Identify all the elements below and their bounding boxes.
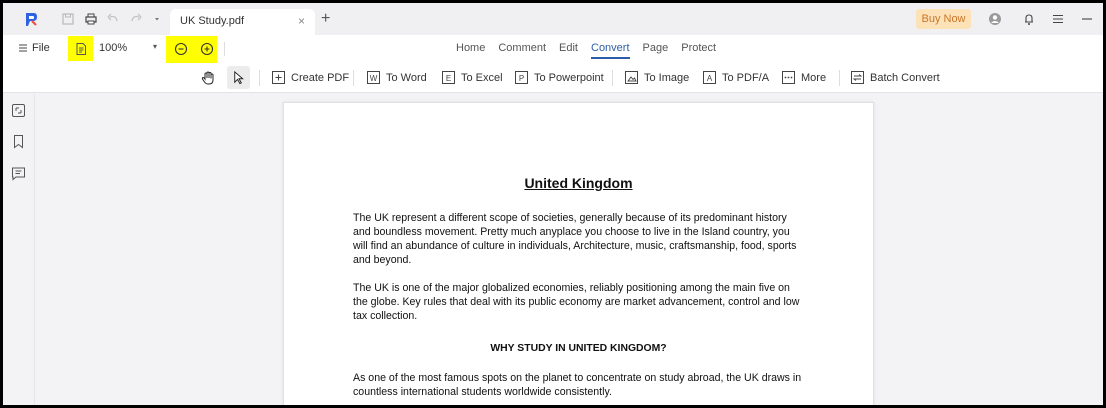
text-line: The UK is one of the major globalized ec… bbox=[353, 282, 790, 294]
ribbon-tabs: Home Comment Edit Convert Page Protect bbox=[456, 42, 729, 59]
image-icon bbox=[625, 71, 638, 84]
to-excel-label: To Excel bbox=[461, 71, 503, 84]
buy-now-button[interactable]: Buy Now bbox=[916, 9, 971, 29]
text-line: As one of the most famous spots on the p… bbox=[353, 372, 802, 384]
notification-bell-icon[interactable] bbox=[1021, 11, 1037, 27]
tab-edit[interactable]: Edit bbox=[559, 42, 578, 59]
document-page[interactable]: United Kingdom The UK represent a differ… bbox=[283, 102, 874, 405]
more-icon bbox=[782, 71, 795, 84]
thumbnail-icon[interactable] bbox=[11, 103, 26, 118]
tab-page[interactable]: Page bbox=[643, 42, 669, 59]
svg-text:P: P bbox=[519, 74, 524, 83]
toolbar-divider bbox=[612, 70, 613, 86]
tab-home[interactable]: Home bbox=[456, 42, 485, 59]
to-powerpoint-label: To Powerpoint bbox=[534, 71, 604, 84]
svg-text:W: W bbox=[370, 74, 378, 83]
text-line: and beyond. bbox=[353, 254, 412, 266]
tab-protect[interactable]: Protect bbox=[681, 42, 716, 59]
toolbar-divider bbox=[259, 70, 260, 86]
new-tab-button[interactable]: + bbox=[321, 10, 330, 28]
select-tool-icon[interactable] bbox=[227, 66, 250, 89]
app-logo-icon bbox=[23, 11, 39, 27]
save-icon[interactable] bbox=[61, 12, 75, 26]
redo-icon[interactable] bbox=[129, 12, 143, 26]
zoom-level[interactable]: 100% bbox=[99, 42, 127, 54]
print-icon[interactable] bbox=[84, 12, 98, 26]
create-pdf-label: Create PDF bbox=[291, 71, 350, 84]
batch-convert-label: Batch Convert bbox=[870, 71, 940, 84]
to-word-button[interactable]: W To Word bbox=[366, 70, 427, 85]
paragraph: As one of the most famous spots on the p… bbox=[353, 371, 805, 399]
to-pdfa-button[interactable]: A To PDF/A bbox=[702, 70, 769, 85]
app-window: UK Study.pdf × + Buy Now File 100% ▾ Hom… bbox=[0, 0, 1106, 408]
quick-access-dropdown-icon[interactable] bbox=[150, 12, 164, 26]
word-icon: W bbox=[367, 71, 380, 84]
page-view-icon[interactable] bbox=[73, 41, 88, 56]
bookmark-icon[interactable] bbox=[11, 134, 26, 149]
to-image-label: To Image bbox=[644, 71, 690, 84]
zoom-in-icon[interactable] bbox=[199, 41, 214, 56]
menu-icon[interactable] bbox=[1050, 11, 1066, 27]
main-toolbar: File 100% ▾ Home Comment Edit Convert Pa… bbox=[3, 35, 1103, 93]
create-pdf-button[interactable]: Create PDF bbox=[271, 70, 349, 85]
tab-close-icon[interactable]: × bbox=[298, 14, 305, 28]
svg-text:E: E bbox=[446, 74, 451, 83]
text-line: the globe. Key rules that deal with its … bbox=[353, 296, 800, 308]
batch-convert-button[interactable]: Batch Convert bbox=[850, 70, 940, 85]
more-button[interactable]: More bbox=[781, 70, 826, 85]
undo-icon[interactable] bbox=[106, 12, 120, 26]
section-heading: WHY STUDY IN UNITED KINGDOM? bbox=[490, 343, 667, 354]
to-word-label: To Word bbox=[386, 71, 427, 84]
to-pdfa-label: To PDF/A bbox=[722, 71, 770, 84]
file-menu[interactable]: File bbox=[18, 42, 50, 54]
left-sidebar bbox=[3, 94, 35, 405]
create-pdf-icon bbox=[272, 71, 285, 84]
paragraph: The UK is one of the major globalized ec… bbox=[353, 281, 805, 323]
text-line: tax collection. bbox=[353, 310, 418, 322]
document-title: United Kingdom bbox=[524, 175, 633, 191]
to-excel-button[interactable]: E To Excel bbox=[441, 70, 503, 85]
text-line: The UK represent a different scope of so… bbox=[353, 212, 787, 224]
tab-title: UK Study.pdf bbox=[180, 15, 244, 27]
pdfa-icon: A bbox=[703, 71, 716, 84]
account-icon[interactable] bbox=[987, 11, 1003, 27]
hand-tool-icon[interactable] bbox=[199, 69, 216, 86]
document-tab[interactable]: UK Study.pdf × bbox=[170, 9, 315, 35]
hamburger-icon bbox=[19, 44, 27, 52]
batch-convert-icon bbox=[851, 71, 864, 84]
tab-convert[interactable]: Convert bbox=[591, 42, 630, 59]
toolbar-divider bbox=[353, 70, 354, 86]
to-powerpoint-button[interactable]: P To Powerpoint bbox=[514, 70, 604, 85]
title-bar: UK Study.pdf × + Buy Now bbox=[3, 3, 1103, 35]
toolbar-divider bbox=[839, 70, 840, 86]
svg-text:A: A bbox=[707, 74, 713, 83]
paragraph: The UK represent a different scope of so… bbox=[353, 211, 805, 267]
to-image-button[interactable]: To Image bbox=[624, 70, 689, 85]
powerpoint-icon: P bbox=[515, 71, 528, 84]
text-line: and boundless movement. Pretty much anyp… bbox=[353, 226, 790, 238]
more-label: More bbox=[801, 71, 827, 84]
tab-comment[interactable]: Comment bbox=[498, 42, 546, 59]
text-line: countless international students worldwi… bbox=[353, 386, 612, 398]
zoom-dropdown-icon[interactable]: ▾ bbox=[153, 42, 157, 51]
file-label: File bbox=[32, 42, 50, 54]
minimize-icon[interactable] bbox=[1079, 11, 1095, 27]
excel-icon: E bbox=[442, 71, 455, 84]
zoom-out-icon[interactable] bbox=[173, 41, 188, 56]
toolbar-divider bbox=[224, 42, 225, 56]
comment-panel-icon[interactable] bbox=[11, 166, 26, 181]
text-line: will find an abundance of culture in ind… bbox=[353, 240, 797, 252]
